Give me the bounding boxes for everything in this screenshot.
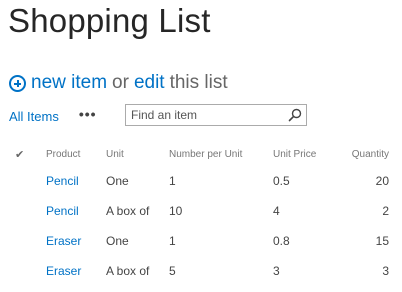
edit-link[interactable]: edit [134,72,165,94]
page-title: Shopping List [8,2,211,39]
table-row[interactable]: Pencil One 1 0.5 20 [8,166,389,196]
select-all-column[interactable]: ✔ [8,142,46,166]
row-select-cell[interactable] [8,166,46,196]
search-input[interactable] [131,107,281,123]
view-all-items-link[interactable]: All Items [9,109,59,124]
number-per-unit-cell: 1 [169,174,176,188]
unit-cell: A box of [106,264,150,278]
quantity-cell: 15 [375,234,389,248]
column-header-unit[interactable]: Unit [106,142,169,166]
view-selector: All Items ••• [9,104,97,128]
more-options-icon[interactable]: ••• [79,107,97,121]
list-table: ✔ Product Unit Number per Unit Unit Pric… [8,142,389,286]
quantity-cell: 20 [375,174,389,188]
unit-cell: One [106,174,129,188]
column-header-product[interactable]: Product [46,142,106,166]
product-link[interactable]: Eraser [46,226,106,256]
number-per-unit-cell: 10 [169,204,183,218]
unit-price-cell: 0.5 [273,174,290,188]
or-text: or [112,72,129,93]
unit-price-cell: 0.8 [273,234,290,248]
row-select-cell[interactable] [8,256,46,286]
new-item-link[interactable]: new item [31,72,107,94]
column-header-unit-price[interactable]: Unit Price [273,142,343,166]
command-bar: new item or edit this list [9,71,228,95]
check-icon[interactable]: ✔ [15,149,24,161]
quantity-cell: 2 [382,204,389,218]
product-link[interactable]: Eraser [46,256,106,286]
number-per-unit-cell: 1 [169,234,176,248]
row-select-cell[interactable] [8,226,46,256]
unit-cell: A box of [106,204,150,218]
unit-price-cell: 3 [273,264,280,278]
search-icon[interactable] [287,107,303,123]
this-list-text: this list [169,72,228,93]
unit-cell: One [106,234,129,248]
plus-circle-icon[interactable] [9,75,26,92]
column-header-number-per-unit[interactable]: Number per Unit [169,142,273,166]
table-header-row: ✔ Product Unit Number per Unit Unit Pric… [8,142,389,166]
number-per-unit-cell: 5 [169,264,176,278]
quantity-cell: 3 [382,264,389,278]
column-header-quantity[interactable]: Quantity [343,142,389,166]
unit-price-cell: 4 [273,204,280,218]
row-select-cell[interactable] [8,196,46,226]
search-box[interactable] [125,104,307,126]
table-row[interactable]: Eraser A box of 5 3 3 [8,256,389,286]
table-row[interactable]: Eraser One 1 0.8 15 [8,226,389,256]
product-link[interactable]: Pencil [46,196,106,226]
product-link[interactable]: Pencil [46,166,106,196]
table-row[interactable]: Pencil A box of 10 4 2 [8,196,389,226]
